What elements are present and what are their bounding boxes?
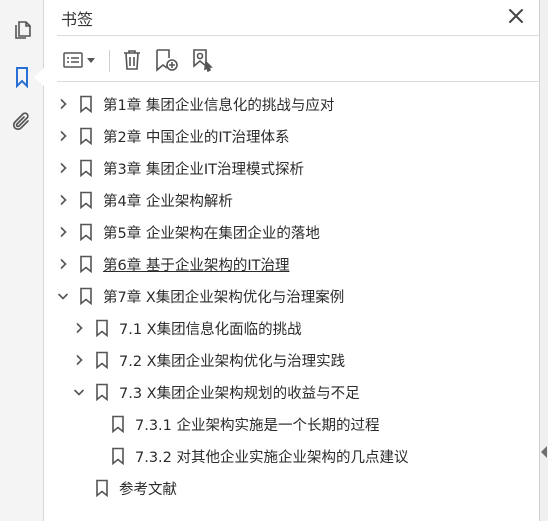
bookmark-icon: [79, 223, 93, 241]
options-menu-button[interactable]: [59, 46, 99, 74]
bookmark-icon: [95, 351, 109, 369]
chevron-right-icon[interactable]: [57, 224, 69, 240]
chevron-right-icon[interactable]: [57, 96, 69, 112]
bookmark-row[interactable]: 7.3.1 企业架构实施是一个长期的过程: [45, 408, 539, 440]
new-bookmark-icon: [156, 49, 178, 72]
bookmark-label[interactable]: 第2章 中国企业的IT治理体系: [103, 126, 289, 147]
bookmark-icon: [95, 383, 109, 401]
bookmark-icon: [79, 191, 93, 209]
chevron-down-icon[interactable]: [73, 384, 85, 400]
bookmark-icon[interactable]: [8, 63, 36, 91]
copy-pages-icon[interactable]: [8, 16, 36, 44]
bookmark-row[interactable]: 第6章 基于企业架构的IT治理: [45, 248, 539, 280]
bookmark-icon: [111, 415, 125, 433]
toolbar-divider: [109, 50, 110, 72]
bookmark-row[interactable]: 7.1 X集团信息化面临的挑战: [45, 312, 539, 344]
bookmark-label[interactable]: 第7章 X集团企业架构优化与治理案例: [103, 286, 344, 307]
bookmark-row[interactable]: 7.3 X集团企业架构规划的收益与不足: [45, 376, 539, 408]
bookmark-icon: [95, 319, 109, 337]
trash-icon: [124, 50, 140, 70]
bookmark-row[interactable]: 第3章 集团企业IT治理模式探析: [45, 152, 539, 184]
bookmark-label[interactable]: 第3章 集团企业IT治理模式探析: [103, 158, 304, 179]
collapse-panel-arrow-icon[interactable]: [541, 446, 547, 458]
header-divider: [57, 35, 539, 36]
bookmark-label[interactable]: 第4章 企业架构解析: [103, 190, 233, 211]
bookmark-row[interactable]: 第2章 中国企业的IT治理体系: [45, 120, 539, 152]
bookmark-row[interactable]: 参考文献: [45, 472, 539, 504]
bookmarks-toolbar: [57, 44, 539, 78]
toolbar-divider-bottom: [57, 81, 539, 82]
panel-header: 书签: [45, 0, 539, 34]
bookmark-label[interactable]: 7.3.1 企业架构实施是一个长期的过程: [135, 414, 380, 435]
bookmark-icon: [79, 159, 93, 177]
chevron-right-icon[interactable]: [73, 320, 85, 336]
bookmark-row[interactable]: 7.3.2 对其他企业实施企业架构的几点建议: [45, 440, 539, 472]
chevron-right-icon[interactable]: [57, 128, 69, 144]
close-icon[interactable]: [505, 5, 527, 27]
bookmark-label[interactable]: 第5章 企业架构在集团企业的落地: [103, 222, 320, 243]
bookmark-icon: [79, 287, 93, 305]
bookmark-icon: [111, 447, 125, 465]
bookmark-icon: [79, 255, 93, 273]
delete-bookmark-button[interactable]: [117, 46, 147, 74]
chevron-right-icon[interactable]: [57, 160, 69, 176]
bookmark-icon: [79, 127, 93, 145]
bookmark-icon: [79, 95, 93, 113]
panel-title: 书签: [61, 10, 94, 29]
chevron-right-icon[interactable]: [57, 256, 69, 272]
panel-resize-edge[interactable]: [539, 0, 548, 521]
bookmark-row[interactable]: 第7章 X集团企业架构优化与治理案例: [45, 280, 539, 312]
chevron-right-icon[interactable]: [73, 352, 85, 368]
bookmark-from-selection-button[interactable]: [187, 46, 217, 74]
bookmark-row[interactable]: 第4章 企业架构解析: [45, 184, 539, 216]
bookmark-label[interactable]: 参考文献: [119, 478, 177, 499]
bookmark-row[interactable]: 第1章 集团企业信息化的挑战与应对: [45, 88, 539, 120]
bookmark-label[interactable]: 7.1 X集团信息化面临的挑战: [119, 318, 302, 339]
bookmark-label[interactable]: 7.2 X集团企业架构优化与治理实践: [119, 350, 345, 371]
bookmarks-panel: 书签 第1章 集团企业信息化的挑战与应对 第2章 中国企业的IT治理体系 第3章…: [45, 0, 539, 521]
bookmark-from-selection-icon: [193, 49, 213, 73]
bookmark-row[interactable]: 第5章 企业架构在集团企业的落地: [45, 216, 539, 248]
bookmark-label[interactable]: 7.3.2 对其他企业实施企业架构的几点建议: [135, 446, 409, 467]
chevron-down-icon: [87, 58, 95, 63]
new-bookmark-button[interactable]: [151, 46, 181, 74]
bookmark-icon: [95, 479, 109, 497]
active-tab-pointer: [34, 68, 44, 86]
bookmark-label[interactable]: 第1章 集团企业信息化的挑战与应对: [103, 94, 334, 115]
attachment-paperclip-icon[interactable]: [8, 108, 36, 136]
chevron-down-icon[interactable]: [57, 288, 69, 304]
bookmark-label[interactable]: 第6章 基于企业架构的IT治理: [103, 254, 289, 275]
options-menu-icon: [63, 52, 83, 68]
bookmark-row[interactable]: 7.2 X集团企业架构优化与治理实践: [45, 344, 539, 376]
chevron-right-icon[interactable]: [57, 192, 69, 208]
bookmark-label[interactable]: 7.3 X集团企业架构规划的收益与不足: [119, 382, 360, 403]
